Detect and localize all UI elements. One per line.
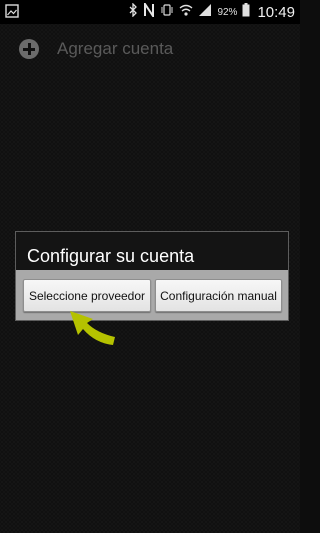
wifi-icon <box>179 3 193 22</box>
add-account-label[interactable]: Agregar cuenta <box>57 39 173 59</box>
signal-icon <box>198 3 212 22</box>
clock: 10:49 <box>257 3 295 21</box>
vibrate-icon <box>160 3 174 22</box>
battery-percentage: 92% <box>217 6 238 18</box>
add-circle-icon[interactable] <box>19 39 39 59</box>
nfc-icon <box>143 0 155 22</box>
bluetooth-icon <box>128 1 138 22</box>
image-icon <box>5 4 19 23</box>
add-account-row[interactable]: Agregar cuenta <box>0 32 300 68</box>
annotation-arrow-icon <box>70 311 115 345</box>
manual-setup-button[interactable]: Configuración manual <box>155 279 282 312</box>
status-bar: 92% 10:49 <box>0 0 300 24</box>
battery-icon <box>242 2 250 22</box>
dialog-title: Configurar su cuenta <box>27 246 195 266</box>
